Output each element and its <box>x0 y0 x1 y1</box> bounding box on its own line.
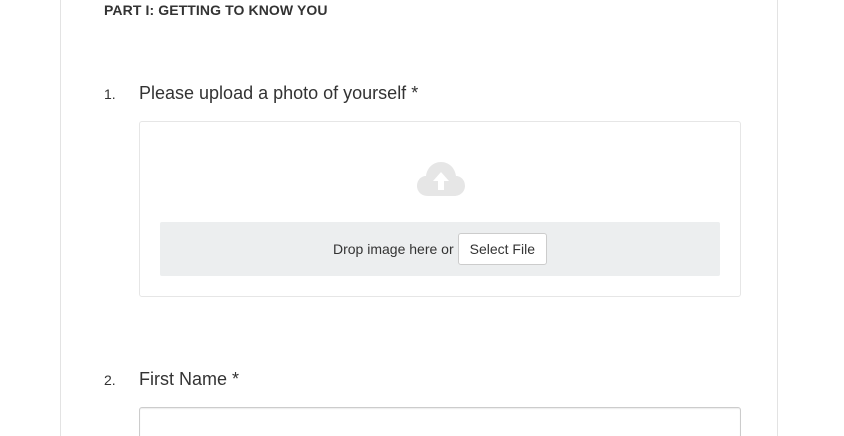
cloud-upload-icon <box>416 160 466 198</box>
select-file-button[interactable]: Select File <box>457 233 547 265</box>
first-name-input[interactable] <box>139 407 741 436</box>
drop-area[interactable]: Drop image here or Select File <box>160 222 720 276</box>
section-title: PART I: GETTING TO KNOW YOU <box>104 2 328 18</box>
question-label-photo: Please upload a photo of yourself * <box>139 83 419 103</box>
drop-image-text: Drop image here or <box>333 241 454 257</box>
question-number-2: 2. <box>104 372 116 388</box>
question-label-first-name: First Name * <box>139 369 240 389</box>
question-number-1: 1. <box>104 86 116 102</box>
page: PART I: GETTING TO KNOW YOU 1. Please up… <box>0 0 844 436</box>
photo-upload-dropzone[interactable]: Drop image here or Select File <box>139 121 741 297</box>
